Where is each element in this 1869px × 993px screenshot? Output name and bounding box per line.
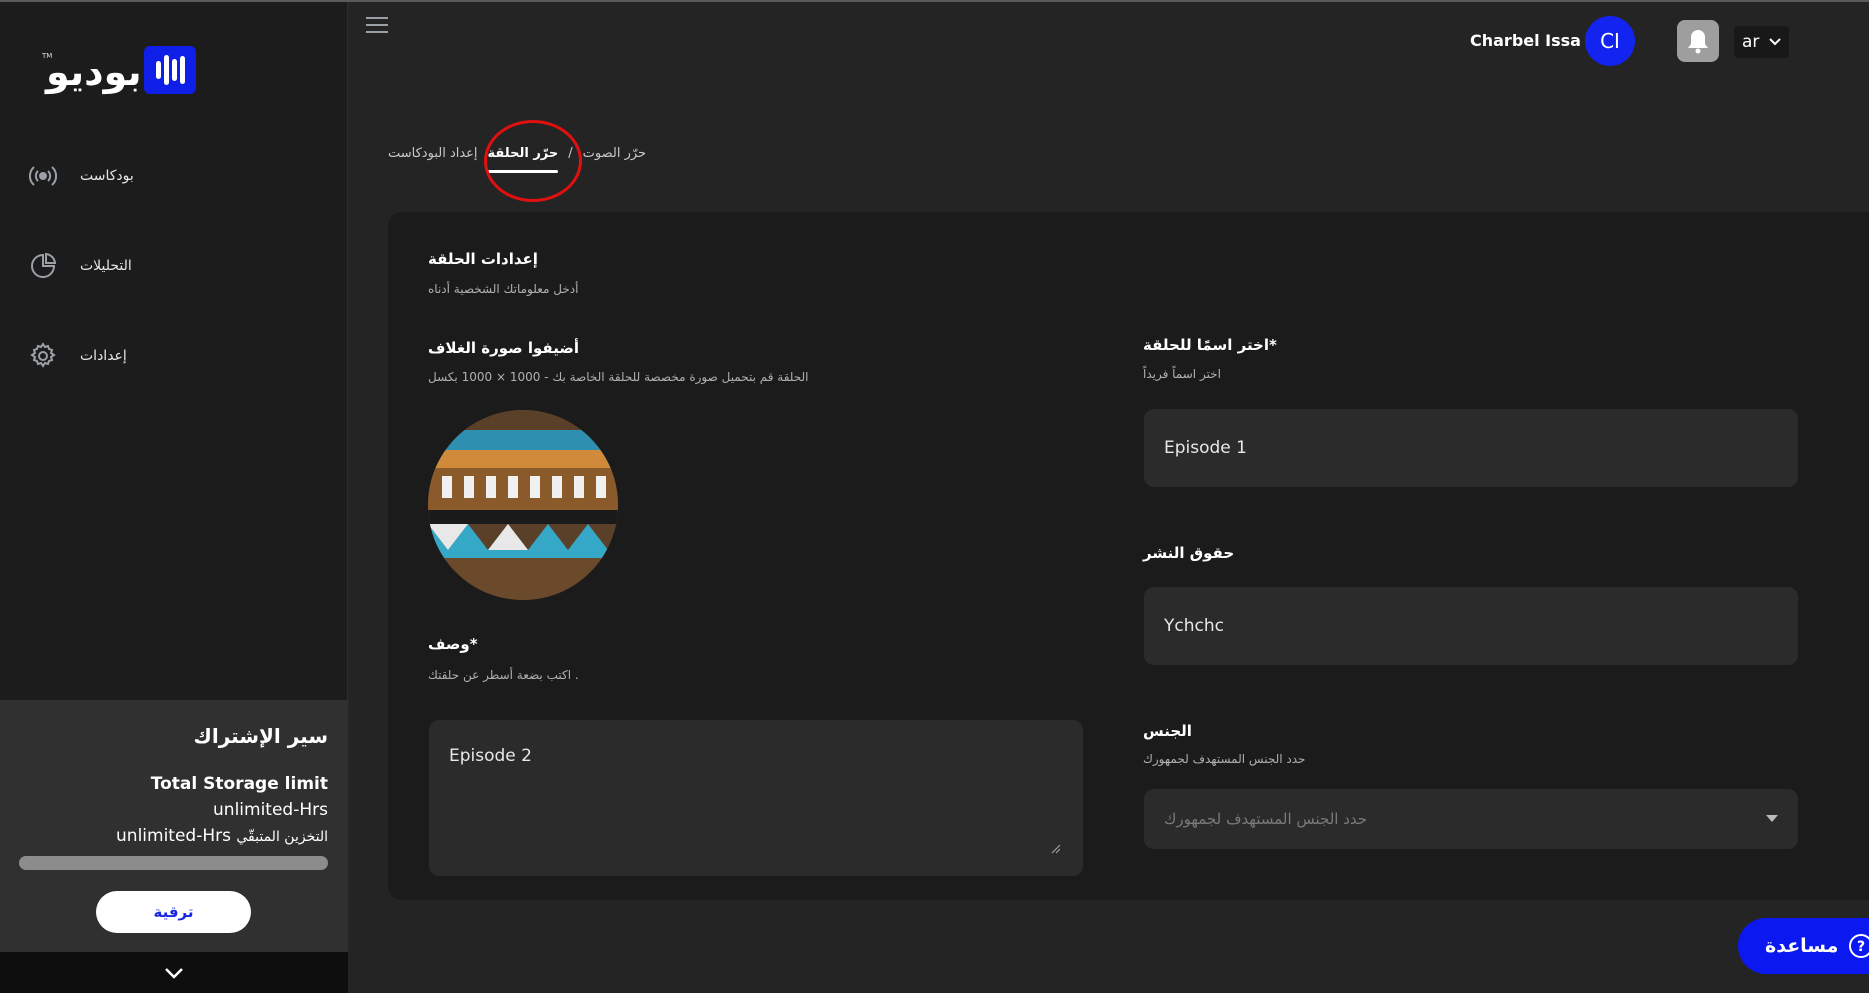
help-label: مساعدة [1765,935,1839,957]
breadcrumb-edit-audio[interactable]: حرّر الصوت [583,146,646,161]
cover-title: أضيفوا صورة الغلاف [428,339,579,357]
gender-title: الجنس [1143,722,1192,740]
settings-gear-icon [28,341,58,371]
caret-down-icon [1766,815,1778,822]
help-question-icon: ? [1849,934,1869,958]
description-subtitle: اكتب بضعة أسطر عن حلقتك . [428,668,579,682]
logo-waveform-icon [144,46,196,94]
sidebar-item-label: إعدادات [80,348,127,364]
sidebar-item-label: بودكاست [80,168,134,184]
cover-image[interactable] [428,410,618,600]
notifications-button[interactable] [1677,20,1719,62]
chevron-down-icon [165,967,183,979]
podcast-broadcast-icon [28,161,58,191]
chevron-down-icon [1769,38,1781,46]
subscription-panel: سير الإشتراك Total Storage limit unlimit… [0,700,348,952]
episode-name-subtitle: اختر اسماً فريداً [1143,367,1221,381]
sidebar-item-settings[interactable]: إعدادات [28,339,127,373]
cover-image-artwork [428,410,618,600]
storage-remaining-value: unlimited-Hrs [116,826,231,846]
copyright-input[interactable]: Ychchc [1144,587,1798,665]
breadcrumb-separator: / [568,145,573,161]
cover-subtitle: الحلقة قم بتحميل صورة مخصصة للحلقة الخاص… [428,370,809,384]
sidebar-item-podcast[interactable]: بودكاست [28,159,134,193]
user-name[interactable]: Charbel Issa [1470,31,1581,50]
section-title: إعدادات الحلقة [428,250,538,268]
language-value: ar [1742,32,1760,52]
gender-placeholder: حدد الجنس المستهدف لجمهورك [1164,810,1368,828]
gender-subtitle: حدد الجنس المستهدف لجمهورك [1143,752,1306,766]
breadcrumb-edit-episode[interactable]: حرّر الحلقة [487,146,558,173]
episode-settings-card: إعدادات الحلقة أدخل معلوماتك الشخصية أدن… [388,212,1869,900]
sidebar: TM بوديو بودكاست التحليلات إعدادات سير ا… [0,2,348,993]
episode-name-title: اختر اسمًا للحلقة* [1143,336,1277,354]
description-value: Episode 2 [449,746,532,766]
episode-name-value: Episode 1 [1164,438,1247,458]
copyright-title: حقوق النشر [1143,544,1235,562]
analytics-pie-icon [28,251,58,281]
app-logo[interactable]: TM بوديو [40,46,200,98]
menu-toggle-icon[interactable] [366,17,388,35]
bell-icon [1688,30,1708,54]
upgrade-button[interactable]: ترقية [96,891,251,933]
subscription-title: سير الإشتراك [193,724,328,748]
gender-select[interactable]: حدد الجنس المستهدف لجمهورك [1144,789,1798,849]
storage-remaining-label: التخزين المتبقّي [236,829,328,845]
storage-limit-value: unlimited-Hrs [213,800,328,820]
sidebar-item-label: التحليلات [80,258,132,274]
svg-text:?: ? [1857,939,1865,955]
help-button[interactable]: مساعدة ? [1738,918,1869,974]
description-title: وصف* [428,635,478,653]
sidebar-collapse-button[interactable] [0,952,348,993]
copyright-value: Ychchc [1164,616,1224,636]
language-select[interactable]: ar [1734,26,1789,58]
breadcrumb-podcast-setup[interactable]: إعداد البودكاست [388,146,478,161]
section-subtitle: أدخل معلوماتك الشخصية أدناه [428,282,579,296]
avatar[interactable]: CI [1585,16,1635,66]
storage-limit-label: Total Storage limit [150,774,328,794]
sidebar-item-analytics[interactable]: التحليلات [28,249,132,283]
episode-name-input[interactable]: Episode 1 [1144,409,1798,487]
storage-progress-bar [19,856,328,870]
resize-handle-icon[interactable] [1051,844,1061,854]
logo-text: بوديو [46,50,142,94]
breadcrumb: إعداد البودكاست حرّر الحلقة / حرّر الصوت [388,142,646,173]
storage-remaining: unlimited-Hrs التخزين المتبقّي [116,826,328,846]
description-textarea[interactable]: Episode 2 [429,720,1083,876]
